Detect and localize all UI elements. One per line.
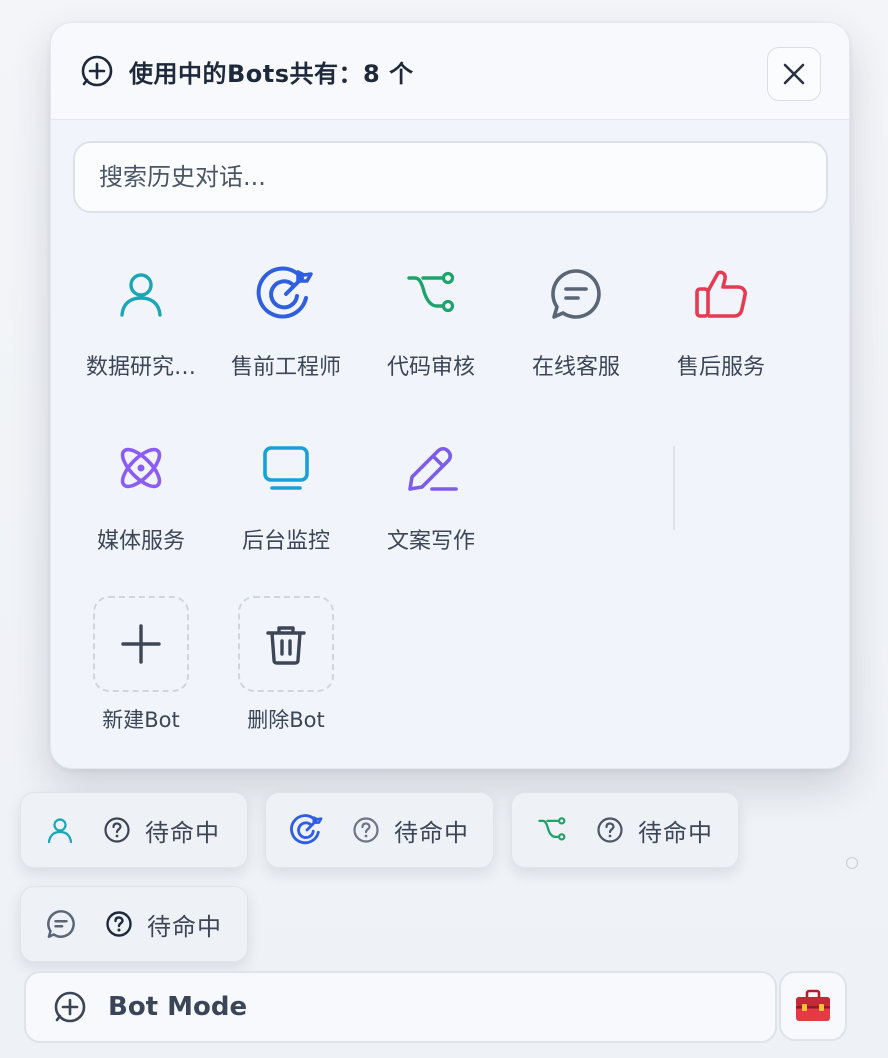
toolbox-icon (794, 989, 832, 1023)
status-text: 待命中 (147, 912, 222, 941)
toolbox-button[interactable] (779, 971, 847, 1041)
bot-item-after-sales[interactable]: 售后服务 (651, 259, 791, 381)
delete-bot-button[interactable]: 删除Bot (216, 596, 356, 734)
add-circle-icon (52, 989, 88, 1025)
status-chip-presales[interactable]: 待命中 (265, 792, 494, 868)
bot-label: 代码审核 (386, 355, 475, 380)
target-arrow-icon (290, 813, 324, 847)
bot-item-media-service[interactable]: 媒体服务 (71, 433, 211, 555)
question-icon (352, 816, 380, 844)
bot-item-code-review[interactable]: 代码审核 (361, 259, 501, 381)
bot-mode-label: Bot Mode (108, 992, 248, 1022)
question-icon (105, 910, 133, 938)
bot-item-copywriting[interactable]: 文案写作 (361, 433, 501, 555)
bot-label: 数据研究… (85, 355, 196, 380)
question-icon (103, 816, 131, 844)
branch-icon (361, 259, 501, 329)
chat-bubble-icon (506, 259, 646, 329)
bot-mode-button[interactable]: Bot Mode (24, 971, 777, 1043)
close-button[interactable] (767, 47, 821, 101)
bot-label: 文案写作 (386, 529, 475, 554)
close-icon (781, 61, 807, 87)
bots-modal: 使用中的Bots共有：8 个 数据研究… (50, 22, 850, 769)
delete-bot-box (238, 596, 334, 692)
add-circle-icon (79, 53, 115, 89)
bot-label: 在线客服 (531, 355, 620, 380)
decorative-dot (846, 857, 858, 869)
modal-title: 使用中的Bots共有：8 个 (129, 59, 414, 88)
bot-label: 媒体服务 (96, 529, 185, 554)
trash-icon (264, 622, 308, 666)
search-input[interactable] (73, 141, 828, 213)
user-icon (45, 815, 75, 845)
monitor-icon (216, 433, 356, 503)
new-bot-label: 新建Bot (102, 708, 180, 732)
atom-icon (71, 433, 211, 503)
bot-item-backend-monitor[interactable]: 后台监控 (216, 433, 356, 555)
question-icon (596, 816, 624, 844)
modal-header: 使用中的Bots共有：8 个 (51, 23, 849, 120)
status-text: 待命中 (145, 818, 220, 847)
bot-label: 售前工程师 (230, 355, 341, 380)
bot-item-data-research[interactable]: 数据研究… (71, 259, 211, 381)
new-bot-box (93, 596, 189, 692)
status-chip-customer-service[interactable]: 待命中 (20, 886, 248, 962)
chat-bubble-icon (45, 908, 77, 940)
app-screen: 使用中的Bots共有：8 个 数据研究… (0, 0, 888, 1058)
delete-bot-label: 删除Bot (247, 708, 325, 732)
branch-icon (536, 814, 568, 846)
thumbs-up-icon (651, 259, 791, 329)
plus-icon (119, 622, 163, 666)
divider (673, 446, 675, 530)
status-chip-data-research[interactable]: 待命中 (20, 792, 248, 868)
bot-item-presales[interactable]: 售前工程师 (216, 259, 356, 381)
status-text: 待命中 (638, 818, 713, 847)
bot-label: 售后服务 (676, 355, 765, 380)
user-icon (71, 259, 211, 329)
bot-item-customer-service[interactable]: 在线客服 (506, 259, 646, 381)
bot-label: 后台监控 (241, 529, 330, 554)
pencil-icon (361, 433, 501, 503)
status-text: 待命中 (394, 818, 469, 847)
new-bot-button[interactable]: 新建Bot (71, 596, 211, 734)
status-chip-code-review[interactable]: 待命中 (511, 792, 739, 868)
target-arrow-icon (216, 259, 356, 329)
